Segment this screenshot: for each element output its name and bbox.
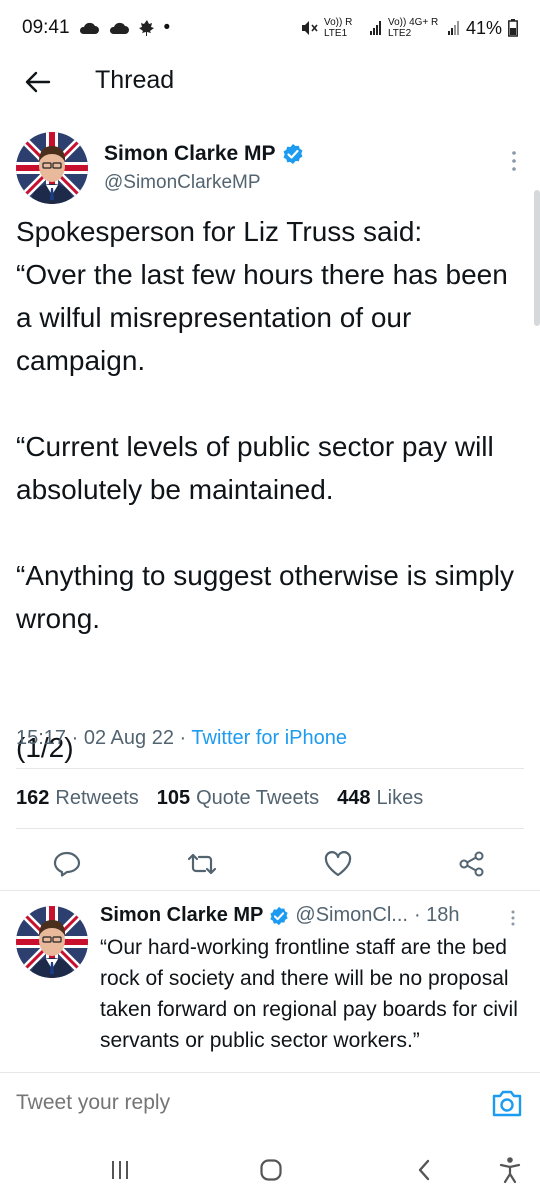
quotes-label: Quote Tweets xyxy=(196,787,320,809)
cloud-icon xyxy=(79,22,99,34)
sim2-label: Vo)) 4G+ R LTE2 xyxy=(387,17,439,39)
maple-leaf-icon xyxy=(138,20,154,36)
reply-tweet[interactable]: Simon Clarke MP @SimonCl... · 18h “Our h… xyxy=(0,898,540,1070)
tweet-date: 02 Aug 22 xyxy=(83,727,174,749)
retweets-stat[interactable]: 162 Retweets xyxy=(16,787,139,810)
reply-handle[interactable]: @SimonCl... xyxy=(295,904,408,927)
reply-text: “Our hard-working frontline staff are th… xyxy=(100,936,518,1052)
tweet-stats: 162 Retweets 105 Quote Tweets 448 Likes xyxy=(16,787,423,810)
accessibility-button[interactable] xyxy=(490,1152,530,1188)
more-options-icon[interactable] xyxy=(508,908,518,928)
home-button[interactable] xyxy=(251,1152,291,1188)
reply-button[interactable] xyxy=(47,844,87,884)
retweets-label: Retweets xyxy=(55,787,139,809)
avatar[interactable] xyxy=(16,132,88,204)
accessibility-icon xyxy=(499,1157,521,1184)
reply-composer xyxy=(0,1072,540,1132)
status-bar: 09:41 • Vo)) R LTE1 Vo)) 4G+ R LTE2 41% xyxy=(0,0,540,56)
divider xyxy=(16,768,524,769)
notification-dot: • xyxy=(163,17,171,38)
tweet-actions xyxy=(0,844,540,890)
share-button[interactable] xyxy=(452,844,492,884)
sim1-label: Vo)) R LTE1 xyxy=(323,17,353,39)
reply-input[interactable] xyxy=(16,1091,416,1115)
mute-icon xyxy=(301,21,318,35)
reply-time-ago: · 18h xyxy=(413,904,460,926)
back-button[interactable] xyxy=(18,64,58,100)
likes-count: 448 xyxy=(337,787,371,809)
battery-icon xyxy=(508,19,518,37)
cloud-icon xyxy=(109,22,129,34)
system-nav-bar xyxy=(0,1140,540,1200)
author-name[interactable]: Simon Clarke MP xyxy=(104,142,304,166)
tweet-text: Spokesperson for Liz Truss said: “Over t… xyxy=(16,216,514,763)
reply-author-name[interactable]: Simon Clarke MP xyxy=(100,904,263,927)
author-name-text: Simon Clarke MP xyxy=(104,142,276,165)
author-handle[interactable]: @SimonClarkeMP xyxy=(104,172,261,194)
retweets-count: 162 xyxy=(16,787,50,809)
retweet-button[interactable] xyxy=(182,844,222,884)
meta-separator: · xyxy=(71,727,79,749)
back-icon xyxy=(418,1159,430,1181)
verified-badge-icon xyxy=(283,144,303,164)
likes-label: Likes xyxy=(376,787,424,809)
like-icon xyxy=(324,851,352,877)
retweet-icon xyxy=(187,853,217,875)
recent-apps-icon xyxy=(112,1161,128,1179)
more-options-icon[interactable] xyxy=(508,148,520,174)
camera-icon[interactable] xyxy=(490,1087,524,1119)
like-button[interactable] xyxy=(318,844,358,884)
system-back-button[interactable] xyxy=(404,1152,444,1188)
scrollbar-thumb[interactable] xyxy=(534,190,540,326)
meta-separator: · xyxy=(179,727,187,749)
divider xyxy=(0,890,540,891)
verified-badge-icon xyxy=(270,906,289,925)
signal-icon xyxy=(369,21,381,35)
app-header: Thread xyxy=(0,56,540,108)
home-icon xyxy=(260,1159,282,1181)
quotes-count: 105 xyxy=(156,787,191,809)
reply-header: Simon Clarke MP @SimonCl... · 18h xyxy=(100,904,460,927)
tweet-source-link[interactable]: Twitter for iPhone xyxy=(191,727,347,749)
arrow-left-icon xyxy=(25,71,51,93)
avatar[interactable] xyxy=(16,906,88,978)
reply-icon xyxy=(53,851,81,877)
status-time: 09:41 xyxy=(22,17,70,38)
battery-percentage: 41% xyxy=(465,17,502,38)
tweet-time: 15:17 xyxy=(16,727,67,749)
signal-icon xyxy=(447,21,459,35)
tweet-meta: 15:17 · 02 Aug 22 · Twitter for iPhone xyxy=(16,727,347,750)
divider xyxy=(16,828,524,829)
likes-stat[interactable]: 448 Likes xyxy=(337,787,423,810)
page-title: Thread xyxy=(95,66,175,94)
recent-apps-button[interactable] xyxy=(100,1152,140,1188)
quote-tweets-stat[interactable]: 105 Quote Tweets xyxy=(157,787,319,810)
share-icon xyxy=(459,851,484,877)
